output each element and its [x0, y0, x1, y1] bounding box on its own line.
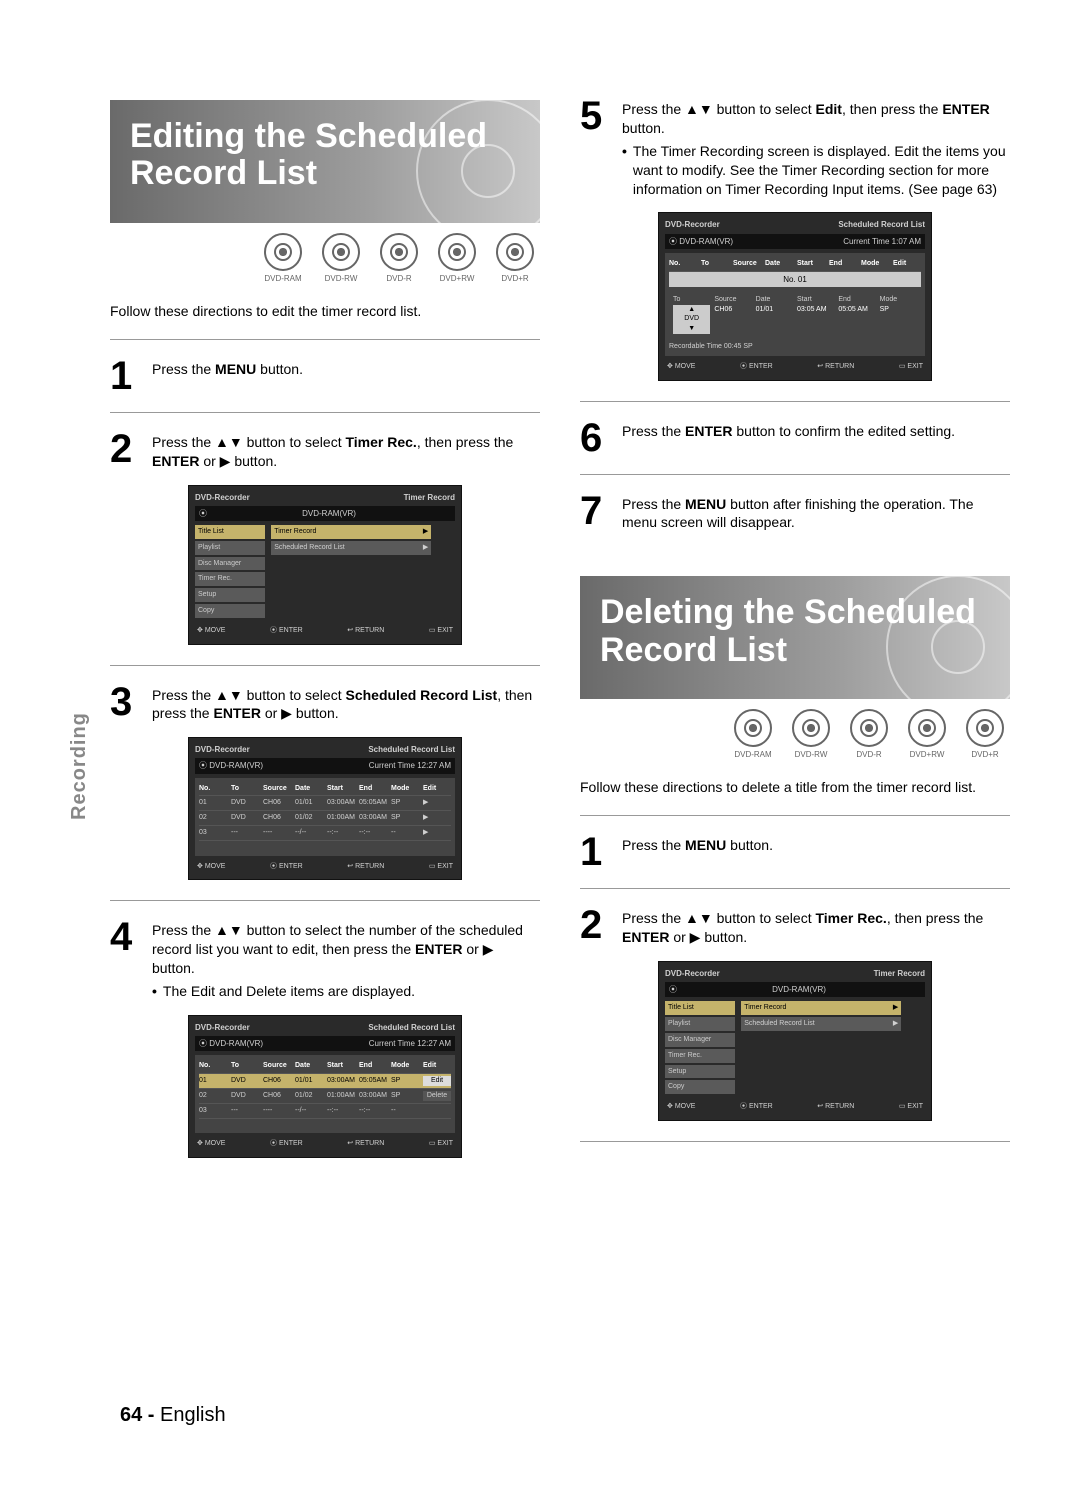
disc-icon: DVD+RW — [432, 233, 482, 283]
osd-scheduled-list-edit: DVD-Recorder Scheduled Record List ⦿ DVD… — [188, 1015, 462, 1158]
section1-intro: Follow these directions to edit the time… — [110, 303, 540, 319]
disc-type-icons-2: DVD-RAM DVD-RW DVD-R DVD+RW DVD+R — [580, 709, 1010, 759]
divider — [110, 339, 540, 340]
divider — [580, 474, 1010, 475]
step-number: 2 — [110, 433, 140, 471]
sec2-step-2: 2 Press the ▲▼ button to select Timer Re… — [580, 909, 1010, 947]
step-number: 3 — [110, 686, 140, 724]
step-3: 3 Press the ▲▼ button to select Schedule… — [110, 686, 540, 724]
divider — [110, 665, 540, 666]
page-footer: 64 - English — [120, 1404, 226, 1427]
step-text: Press the MENU button. — [622, 836, 1010, 868]
divider — [580, 401, 1010, 402]
step-5: 5 Press the ▲▼ button to select Edit, th… — [580, 100, 1010, 198]
osd-edit-entry: DVD-Recorder Scheduled Record List ⦿ DVD… — [658, 212, 932, 380]
step-text: Press the ▲▼ button to select Scheduled … — [152, 686, 540, 724]
osd-timer-record-menu: DVD-Recorder Timer Record ⦿DVD-RAM(VR) T… — [188, 485, 462, 645]
step-number: 6 — [580, 422, 610, 454]
divider — [110, 412, 540, 413]
side-tab-recording: Recording — [68, 712, 91, 820]
step-1: 1 Press the MENU button. — [110, 360, 540, 392]
divider — [580, 888, 1010, 889]
step-4: 4 Press the ▲▼ button to select the numb… — [110, 921, 540, 1001]
disc-icon: DVD+R — [960, 709, 1010, 759]
step-number: 1 — [110, 360, 140, 392]
divider — [110, 900, 540, 901]
osd-timer-record-menu-2: DVD-Recorder Timer Record ⦿DVD-RAM(VR) T… — [658, 961, 932, 1121]
sec2-step-1: 1 Press the MENU button. — [580, 836, 1010, 868]
disc-icon: DVD-R — [844, 709, 894, 759]
disc-icon: DVD+RW — [902, 709, 952, 759]
section2-title-box: Deleting the Scheduled Record List — [580, 576, 1010, 699]
step-text: Press the ▲▼ button to select Timer Rec.… — [622, 909, 1010, 947]
disc-type-icons-1: DVD-RAM DVD-RW DVD-R DVD+RW DVD+R — [110, 233, 540, 283]
disc-icon: DVD-RW — [316, 233, 366, 283]
step-text: Press the ▲▼ button to select Edit, then… — [622, 100, 1010, 198]
osd-scheduled-list: DVD-Recorder Scheduled Record List ⦿ DVD… — [188, 737, 462, 880]
disc-icon: DVD-RAM — [728, 709, 778, 759]
left-column: Editing the Scheduled Record List DVD-RA… — [110, 100, 540, 1178]
step-number: 7 — [580, 495, 610, 533]
step-number: 5 — [580, 100, 610, 198]
section1-title-box: Editing the Scheduled Record List — [110, 100, 540, 223]
step-number: 1 — [580, 836, 610, 868]
disc-icon: DVD-R — [374, 233, 424, 283]
step-6: 6 Press the ENTER button to confirm the … — [580, 422, 1010, 454]
step-text: Press the MENU button. — [152, 360, 540, 392]
step-number: 2 — [580, 909, 610, 947]
disc-icon: DVD-RW — [786, 709, 836, 759]
section2-intro: Follow these directions to delete a titl… — [580, 779, 1010, 795]
divider — [580, 815, 1010, 816]
step-7: 7 Press the MENU button after finishing … — [580, 495, 1010, 533]
disc-icon: DVD+R — [490, 233, 540, 283]
step-text: Press the ▲▼ button to select Timer Rec.… — [152, 433, 540, 471]
step-2: 2 Press the ▲▼ button to select Timer Re… — [110, 433, 540, 471]
step-text: Press the ▲▼ button to select the number… — [152, 921, 540, 1001]
step-number: 4 — [110, 921, 140, 1001]
divider — [580, 1141, 1010, 1142]
step-text: Press the ENTER button to confirm the ed… — [622, 422, 1010, 454]
right-column: 5 Press the ▲▼ button to select Edit, th… — [580, 100, 1010, 1178]
step-text: Press the MENU button after finishing th… — [622, 495, 1010, 533]
disc-icon: DVD-RAM — [258, 233, 308, 283]
